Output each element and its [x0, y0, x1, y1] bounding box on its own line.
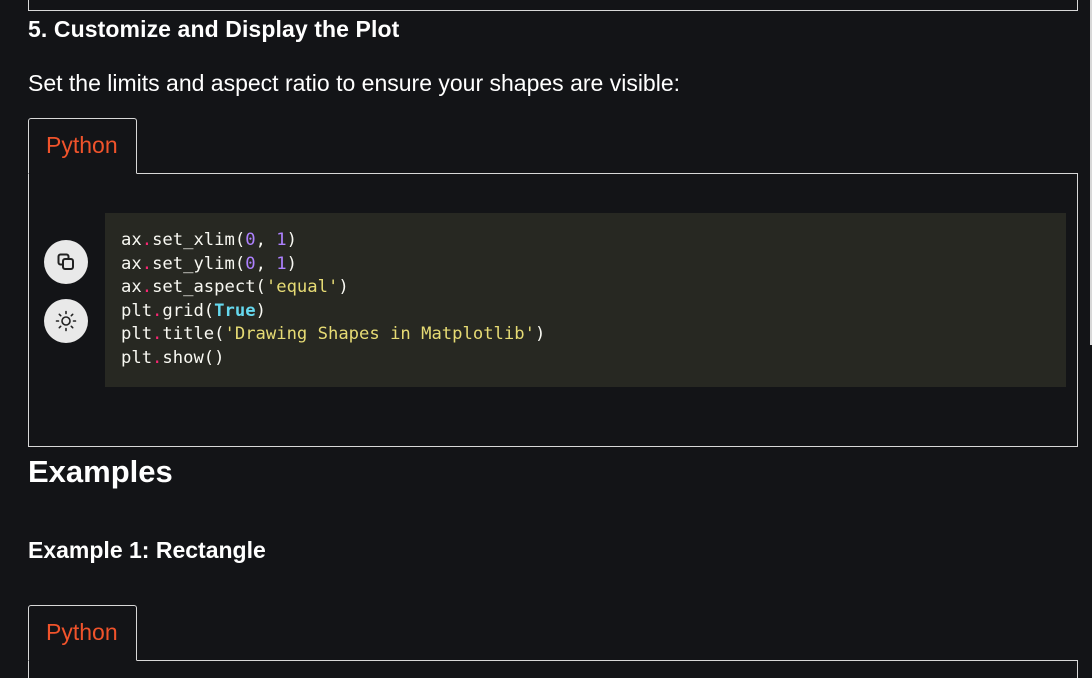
code-line: ax.set_ylim(0, 1)	[121, 253, 297, 274]
code-panel: ax.set_xlim(0, 1) ax.set_ylim(0, 1) ax.set…	[28, 173, 1078, 447]
previous-code-panel-edge	[28, 0, 1078, 11]
code-block[interactable]: ax.set_xlim(0, 1) ax.set_ylim(0, 1) ax.set…	[105, 213, 1066, 387]
tab-label-2: Python	[46, 619, 118, 645]
example1-heading: Example 1: Rectangle	[28, 537, 266, 563]
sun-icon	[55, 310, 77, 332]
tab-python[interactable]: Python	[28, 118, 137, 174]
code-line: plt.title('Drawing Shapes in Matplotlib'…	[121, 324, 546, 344]
section-heading: 5. Customize and Display the Plot	[28, 16, 400, 42]
code-line: plt.grid(True)	[121, 300, 266, 321]
section-paragraph: Set the limits and aspect ratio to ensur…	[28, 70, 681, 96]
code-line: ax.set_aspect('equal')	[121, 277, 349, 297]
theme-toggle-button[interactable]	[44, 299, 88, 343]
code-text: ax.set_xlim(0, 1) ax.set_ylim(0, 1) ax.set…	[121, 229, 1050, 370]
tab-label: Python	[46, 132, 118, 158]
tab-python-2[interactable]: Python	[28, 605, 137, 661]
code-line: plt.show()	[121, 347, 225, 368]
copy-button[interactable]	[44, 240, 88, 284]
code-panel-2	[28, 660, 1078, 678]
code-line: ax.set_xlim(0, 1)	[121, 230, 297, 250]
copy-icon	[57, 253, 74, 270]
examples-heading: Examples	[28, 454, 173, 489]
